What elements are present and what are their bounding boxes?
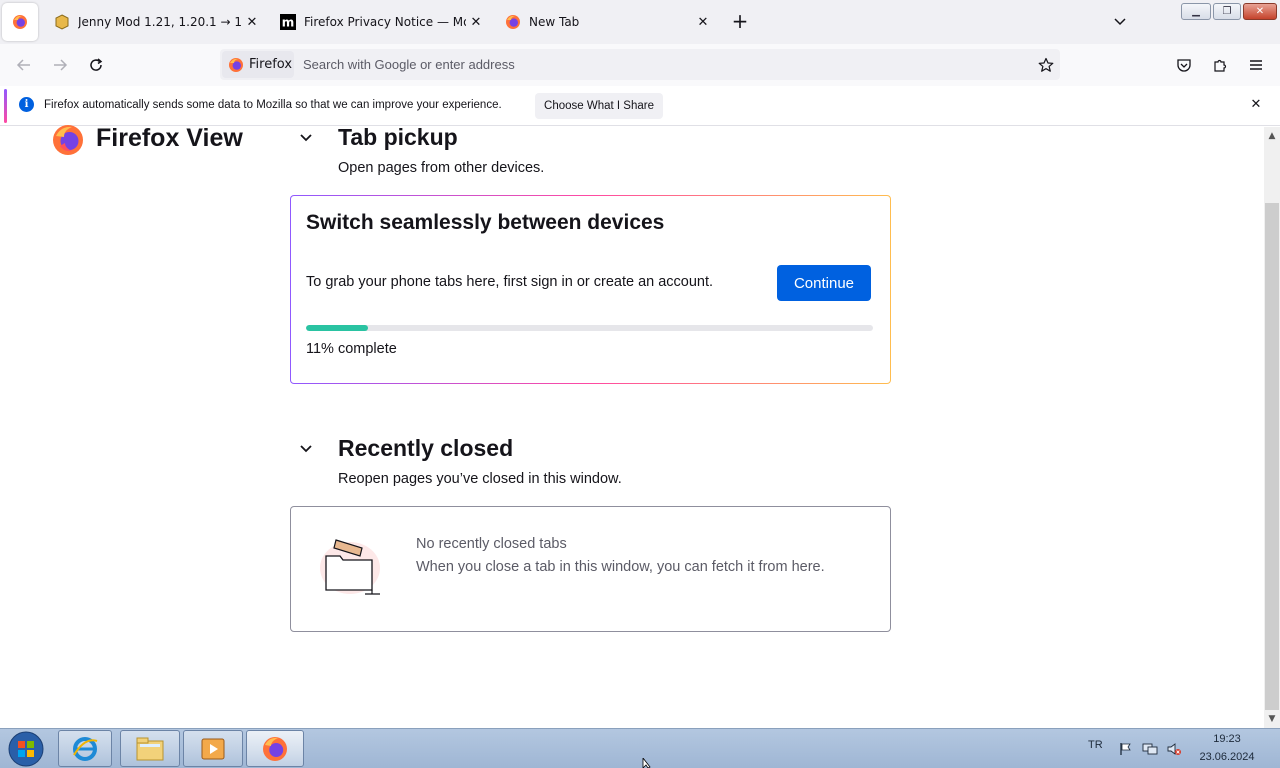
tab-title: Jenny Mod 1.21, 1.20.1 → 1.12.2: [78, 15, 242, 29]
tab-privacy-notice[interactable]: m Firefox Privacy Notice — Mozilla ✕: [280, 3, 486, 41]
chevron-down-icon[interactable]: [1110, 12, 1130, 32]
windows-start-orb-icon[interactable]: [6, 730, 46, 768]
internet-explorer-icon[interactable]: [58, 730, 112, 767]
scroll-up-arrow-icon[interactable]: ▲: [1264, 128, 1280, 144]
url-input[interactable]: [296, 51, 1016, 78]
identity-box[interactable]: Firefox: [222, 51, 294, 78]
tab-title: Firefox Privacy Notice — Mozilla: [304, 15, 466, 29]
card-text: To grab your phone tabs here, first sign…: [306, 274, 714, 290]
firefox-taskbar-icon[interactable]: [246, 730, 304, 767]
reload-icon[interactable]: [84, 53, 108, 77]
language-indicator[interactable]: TR: [1088, 739, 1103, 751]
continue-button[interactable]: Continue: [777, 265, 871, 301]
file-explorer-icon[interactable]: [120, 730, 180, 767]
tab-pickup-heading: Tab pickup: [338, 124, 458, 150]
identity-label: Firefox: [249, 57, 293, 72]
tab-title: New Tab: [529, 15, 580, 29]
clock-time[interactable]: 19:23: [1195, 733, 1259, 745]
empty-folder-illustration-icon: [320, 539, 380, 595]
recently-closed-description: Reopen pages you’ve closed in this windo…: [338, 471, 622, 487]
pocket-icon[interactable]: [1172, 53, 1196, 77]
jenny-mod-icon: [54, 14, 70, 30]
tab-close-icon[interactable]: ✕: [466, 15, 486, 30]
bookmark-star-icon[interactable]: [1034, 53, 1058, 77]
svg-text:m: m: [282, 16, 295, 30]
notification-message: Firefox automatically sends some data to…: [44, 99, 502, 111]
mouse-cursor-icon: [642, 758, 651, 768]
tab-close-icon[interactable]: ✕: [693, 15, 713, 30]
info-icon: i: [19, 97, 34, 112]
firefox-icon: [13, 15, 27, 29]
tab-close-icon[interactable]: ✕: [242, 15, 262, 30]
volume-muted-icon[interactable]: [1165, 740, 1183, 758]
empty-state-text: When you close a tab in this window, you…: [416, 559, 825, 575]
close-window-icon[interactable]: ✕: [1243, 3, 1277, 20]
close-icon[interactable]: ✕: [1248, 97, 1264, 113]
card-title: Switch seamlessly between devices: [306, 211, 665, 234]
firefox-icon: [505, 14, 521, 30]
mozilla-m-icon: m: [280, 14, 296, 30]
hamburger-menu-icon[interactable]: [1244, 53, 1268, 77]
tab-pickup-description: Open pages from other devices.: [338, 160, 545, 176]
tab-jenny-mod[interactable]: Jenny Mod 1.21, 1.20.1 → 1.12.2 ✕: [54, 3, 262, 41]
new-tab-plus-icon[interactable]: +: [728, 10, 752, 34]
scroll-thumb[interactable]: [1265, 203, 1279, 710]
media-player-icon[interactable]: [183, 730, 243, 767]
action-center-flag-icon[interactable]: [1117, 740, 1135, 758]
chevron-down-icon[interactable]: [297, 440, 315, 458]
extensions-puzzle-icon[interactable]: [1208, 53, 1232, 77]
firefox-view-button[interactable]: [2, 3, 38, 41]
clock-date[interactable]: 23.06.2024: [1195, 751, 1259, 763]
network-icon[interactable]: [1141, 740, 1159, 758]
tab-new-tab[interactable]: New Tab ✕: [505, 3, 713, 41]
progress-fill: [306, 325, 369, 331]
restore-icon[interactable]: ❐: [1213, 3, 1241, 20]
chevron-down-icon[interactable]: [297, 129, 315, 147]
minimize-icon[interactable]: ▁: [1181, 3, 1211, 20]
scroll-down-arrow-icon[interactable]: ▼: [1264, 711, 1280, 727]
progress-label: 11% complete: [306, 341, 397, 357]
page-title: Firefox View: [96, 124, 243, 152]
recently-closed-heading: Recently closed: [338, 435, 514, 461]
back-arrow-icon[interactable]: [12, 53, 36, 77]
firefox-icon: [229, 57, 243, 72]
choose-what-i-share-button[interactable]: Choose What I Share: [535, 93, 663, 119]
forward-arrow-icon[interactable]: [48, 53, 72, 77]
firefox-logo-icon: [53, 125, 83, 155]
setup-progress-bar: [306, 325, 873, 331]
empty-state-title: No recently closed tabs: [416, 536, 567, 552]
notification-accent: [4, 89, 7, 123]
